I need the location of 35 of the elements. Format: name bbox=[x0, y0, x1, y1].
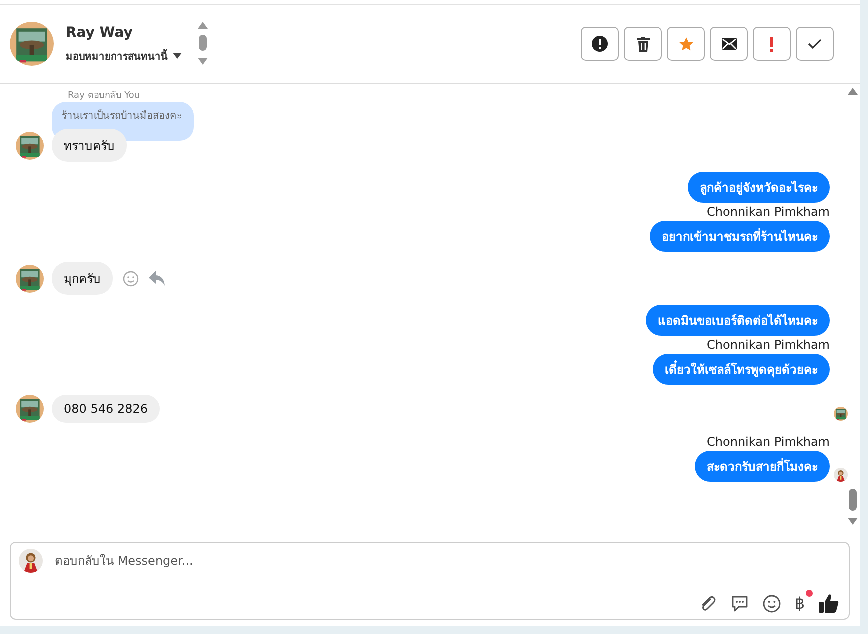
message-bubble: 080 546 2826 bbox=[52, 395, 160, 423]
sender-name: Chonnikan Pimkham bbox=[707, 205, 830, 219]
reply-icon[interactable] bbox=[149, 271, 165, 286]
reply-box[interactable]: ตอบกลับใน Messenger... ฿ bbox=[10, 542, 850, 620]
message-bubble: ลูกค้าอยู่จังหวัดอะไรคะ bbox=[688, 172, 830, 203]
message-bubble: สะดวกรับสายกี่โมงคะ bbox=[695, 451, 830, 482]
assign-dropdown[interactable]: มอบหมายการสนทนานี้ bbox=[66, 48, 182, 64]
message-bubble: มุกครับ bbox=[52, 262, 113, 295]
delete-button[interactable] bbox=[624, 27, 662, 61]
scrollbar[interactable] bbox=[198, 22, 208, 66]
star-icon bbox=[678, 36, 694, 52]
alert-icon bbox=[592, 36, 608, 52]
caret-icon bbox=[173, 53, 182, 59]
spam-button[interactable] bbox=[581, 27, 619, 61]
chat-bubble-icon[interactable] bbox=[730, 594, 749, 612]
done-button[interactable] bbox=[796, 27, 834, 61]
message-bubble: ทราบครับ bbox=[52, 129, 127, 162]
mail-button[interactable] bbox=[710, 27, 748, 61]
contact-name: Ray Way bbox=[66, 24, 134, 40]
sender-name: Chonnikan Pimkham bbox=[707, 338, 830, 352]
scrollbar[interactable] bbox=[848, 86, 858, 526]
message-bubble: อยากเข้ามาชมรถที่ร้านไหนคะ bbox=[650, 221, 830, 252]
thumbs-up-icon[interactable] bbox=[819, 594, 839, 613]
message-bubble: แอดมินขอเบอร์ติดต่อได้ไหมคะ bbox=[646, 305, 830, 336]
reply-label: Ray ตอบกลับ You bbox=[68, 90, 142, 102]
exclamation-icon bbox=[770, 36, 774, 52]
star-button[interactable] bbox=[667, 27, 705, 61]
important-button[interactable] bbox=[753, 27, 791, 61]
message-bubble: เดี๋ยวให้เซลล์โทรพูดคุยด้วยคะ bbox=[653, 354, 830, 385]
payment-button[interactable]: ฿ bbox=[794, 594, 805, 613]
emoji-icon[interactable] bbox=[762, 594, 781, 612]
trash-icon bbox=[636, 36, 650, 52]
sender-name: Chonnikan Pimkham bbox=[707, 435, 830, 449]
envelope-icon bbox=[722, 38, 736, 50]
check-icon bbox=[808, 39, 822, 49]
